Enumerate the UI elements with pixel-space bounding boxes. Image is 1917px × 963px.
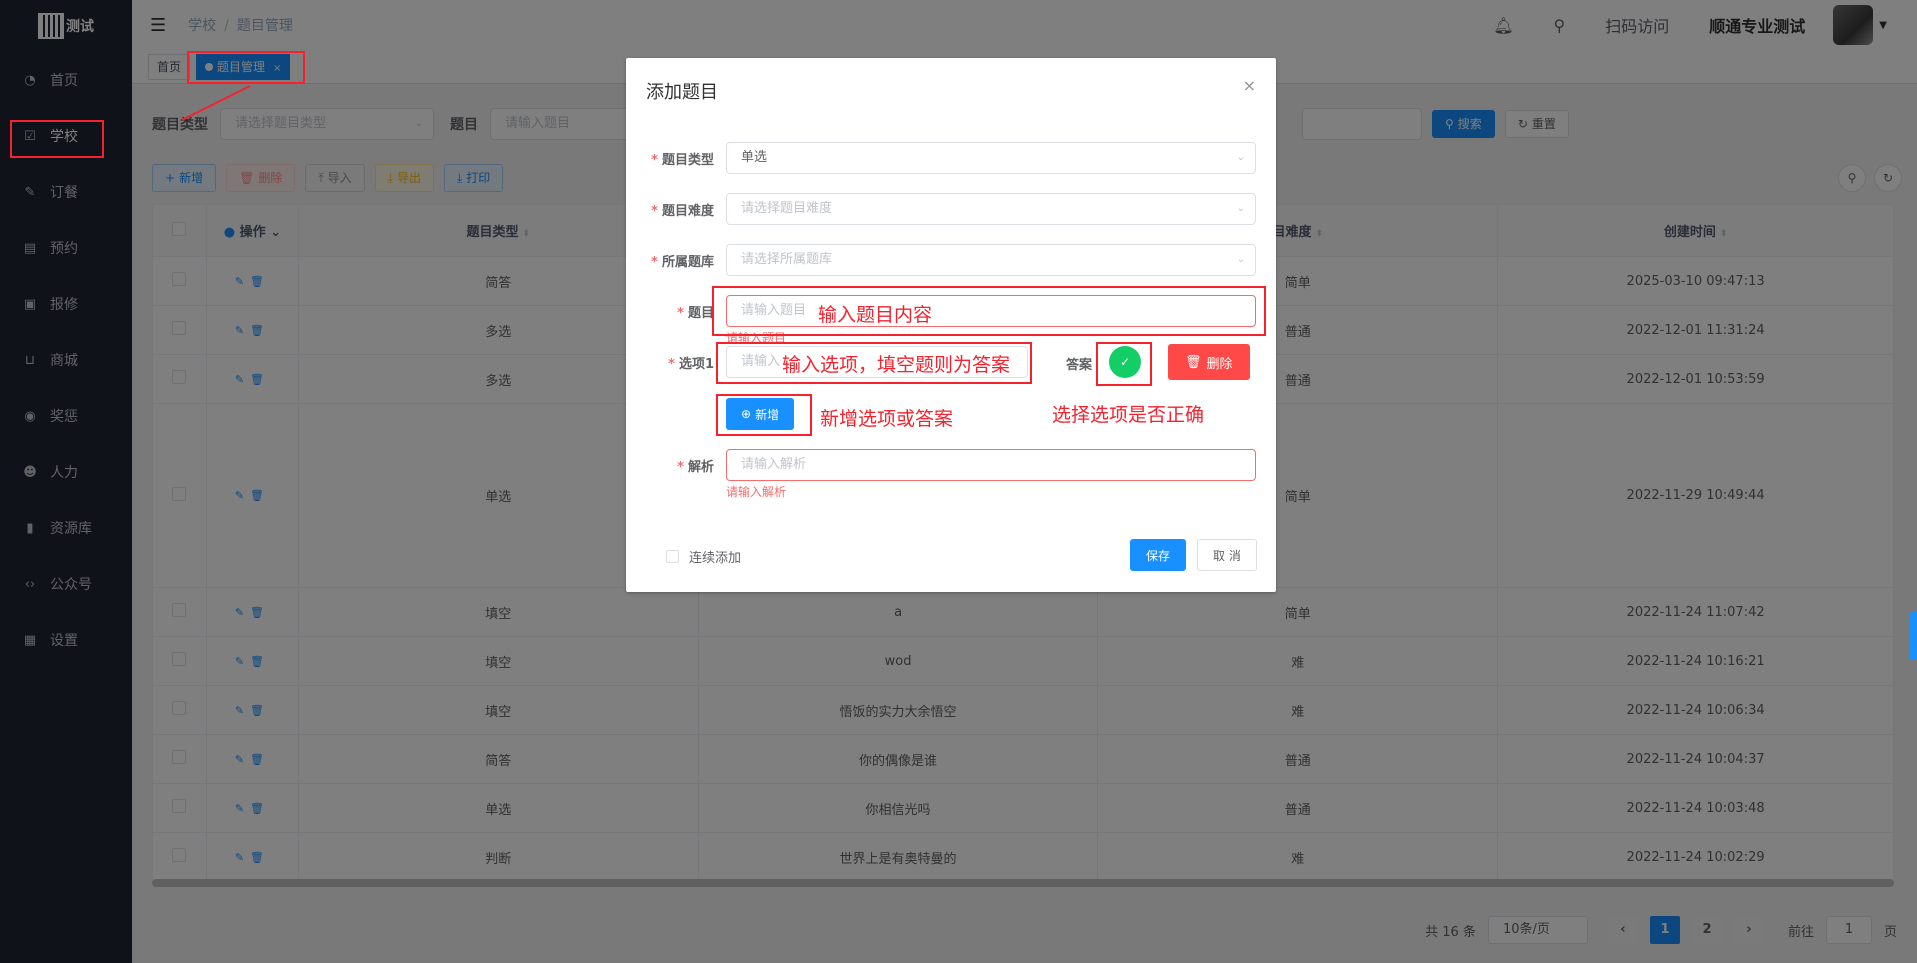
option-label: 选项1 — [678, 356, 714, 372]
analysis-input[interactable]: 请输入解析 — [726, 449, 1256, 481]
analysis-error: 请输入解析 — [726, 485, 787, 499]
annotation-add-hint: 新增选项或答案 — [820, 408, 954, 430]
chevron-down-icon: ⌄ — [1236, 254, 1245, 265]
annotation-box-add — [716, 394, 812, 436]
analysis-label: 解析 — [687, 459, 714, 475]
annotation-arrow — [181, 85, 251, 121]
dialog-title: 添加题目 — [646, 82, 718, 103]
close-icon[interactable]: × — [1243, 76, 1256, 95]
bank-form-row: * 所属题库 请选择所属题库 ⌄ — [626, 244, 1276, 276]
delete-option-button[interactable]: 🗑︎ 删除 — [1168, 344, 1250, 380]
bank-select[interactable]: 请选择所属题库 ⌄ — [726, 244, 1256, 276]
difficulty-select[interactable]: 请选择题目难度 ⌄ — [726, 193, 1256, 225]
difficulty-form-row: * 题目难度 请选择题目难度 ⌄ — [626, 193, 1276, 225]
continuous-add[interactable]: 连续添加 — [666, 547, 741, 566]
side-drawer-handle[interactable] — [1909, 612, 1917, 660]
trash-icon: 🗑︎ — [1185, 354, 1202, 370]
difficulty-label: 题目难度 — [661, 203, 714, 219]
annotation-box-answer — [1096, 342, 1152, 386]
chevron-down-icon: ⌄ — [1236, 203, 1245, 214]
bank-label: 所属题库 — [661, 254, 714, 270]
analysis-form-row: * 解析 请输入解析 — [626, 449, 1276, 481]
annotation-question-hint: 输入题目内容 — [818, 304, 933, 326]
type-select[interactable]: 单选 ⌄ — [726, 142, 1256, 174]
answer-label: 答案 — [1066, 358, 1093, 373]
annotation-box-school — [10, 120, 104, 158]
annotation-option-hint: 输入选项，填空题则为答案 — [782, 354, 1011, 376]
cancel-button[interactable]: 取 消 — [1197, 539, 1257, 571]
type-form-row: * 题目类型 单选 ⌄ — [626, 142, 1276, 174]
type-label: 题目类型 — [661, 152, 714, 168]
annotation-answer-hint: 选择选项是否正确 — [1052, 404, 1205, 426]
add-question-dialog: 添加题目 × * 题目类型 单选 ⌄ * 题目难度 请选择题目难度 ⌄ * 所属题库 请选… — [626, 58, 1276, 592]
annotation-box-tab — [187, 51, 305, 84]
save-button[interactable]: 保存 — [1130, 539, 1187, 571]
question-label: 题目 — [687, 305, 714, 321]
chevron-down-icon: ⌄ — [1236, 152, 1245, 163]
continuous-add-checkbox[interactable] — [666, 550, 679, 563]
annotation-box-question — [712, 286, 1266, 336]
